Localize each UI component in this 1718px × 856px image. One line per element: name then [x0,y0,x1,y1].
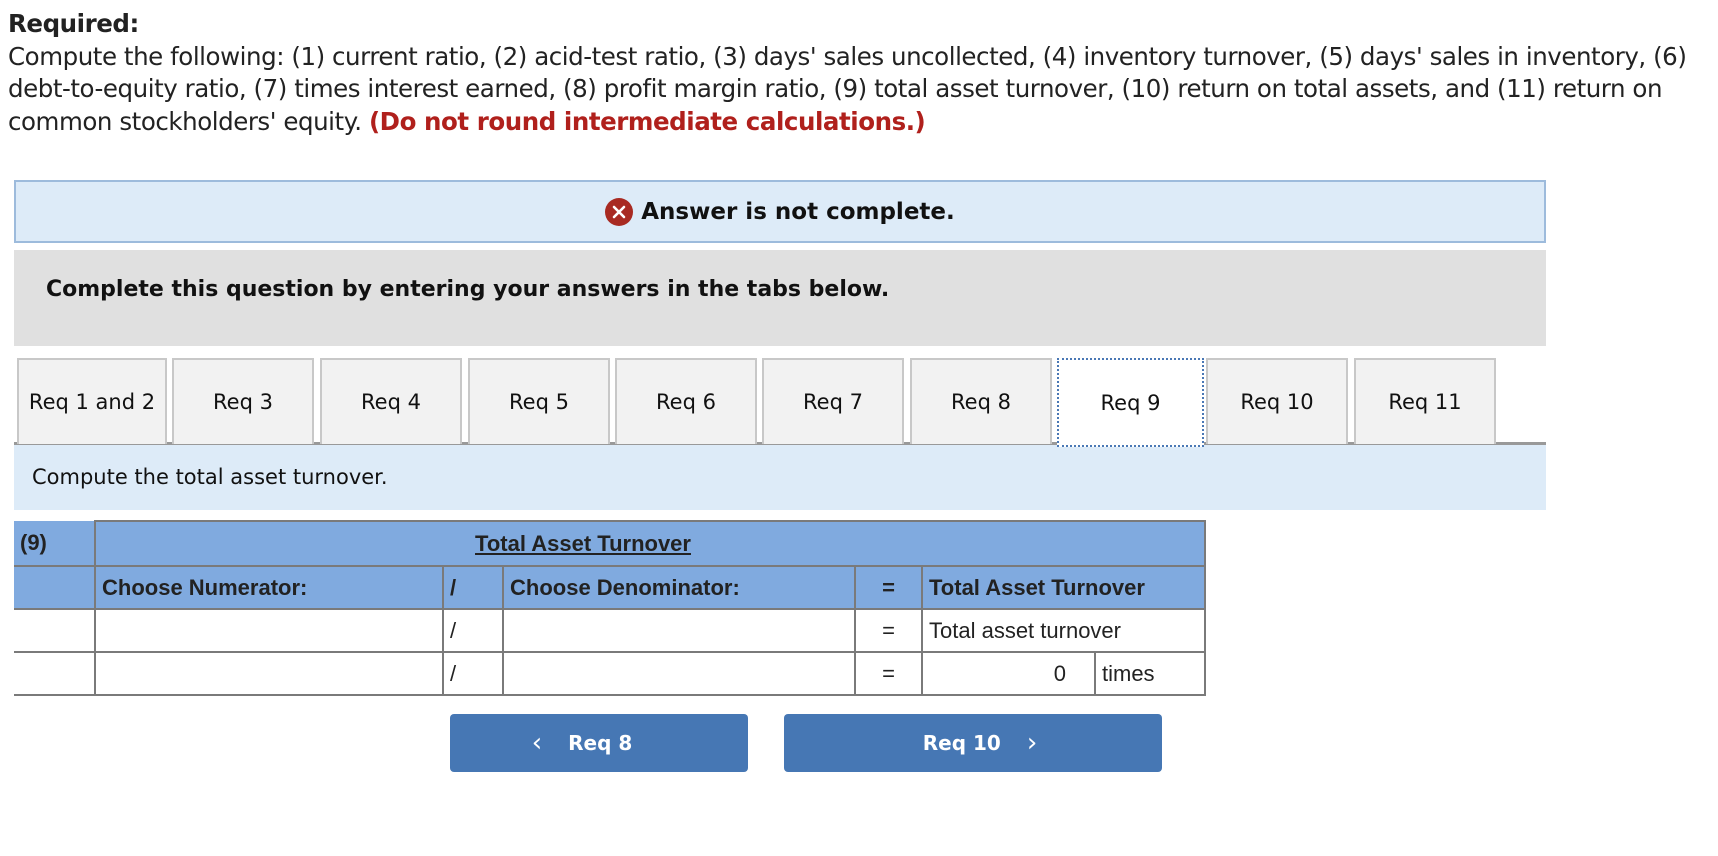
instructions-panel: Complete this question by entering your … [14,250,1546,346]
denominator-header: Choose Denominator: [502,565,856,610]
equals-sign: = [854,651,923,696]
tab-req-11[interactable]: Req 11 [1354,358,1496,444]
table-title-cell: Total Asset Turnover [94,520,1206,567]
tab-req-4[interactable]: Req 4 [320,358,462,444]
rounding-warning: (Do not round intermediate calculations.… [368,106,926,136]
prev-req-button[interactable]: ‹ Req 8 [450,714,748,772]
tab-req-3[interactable]: Req 3 [172,358,314,444]
divide-sign: / [442,608,504,653]
chevron-right-icon: › [1026,728,1038,758]
equals-header: = [854,565,923,610]
numerator-header: Choose Numerator: [94,565,444,610]
answer-status-message: Answer is not complete. [641,198,955,225]
tab-req-10[interactable]: Req 10 [1206,358,1348,444]
header-blank [14,565,96,610]
row-label-blank [14,651,96,696]
answer-status-banner: Answer is not complete. [14,180,1546,243]
result-value: 0 [921,651,1096,696]
next-req-button[interactable]: Req 10 › [784,714,1162,772]
table-title: Total Asset Turnover [475,530,691,556]
tab-req-1-and-2[interactable]: Req 1 and 2 [17,358,167,444]
tab-req-7[interactable]: Req 7 [762,358,904,444]
instructions-text: Complete this question by entering your … [46,277,890,302]
tab-req-9[interactable]: Req 9 [1057,358,1204,447]
x-circle-icon [605,197,634,226]
equals-sign: = [854,608,923,653]
next-req-label: Req 10 [922,731,1001,755]
required-section: Required: Compute the following: (1) cur… [8,8,1713,138]
required-title: Required: [8,9,139,38]
chevron-left-icon: ‹ [531,728,543,758]
result-unit: times [1094,651,1206,696]
table-row: / = 0 times [14,651,1206,696]
tab-prompt: Compute the total asset turnover. [14,445,1546,510]
table-row: / = Total asset turnover [14,608,1206,653]
denominator-select[interactable] [502,608,856,653]
row-label-blank [14,608,96,653]
prev-req-label: Req 8 [568,731,633,755]
prompt-text: Compute the total asset turnover. [32,465,388,489]
tab-req-6[interactable]: Req 6 [615,358,757,444]
divide-sign: / [442,651,504,696]
result-header: Total Asset Turnover [921,565,1206,610]
numerator-input[interactable] [94,651,444,696]
divide-header: / [442,565,504,610]
tab-req-8[interactable]: Req 8 [910,358,1052,444]
requirement-tabs: Req 1 and 2 Req 3 Req 4 Req 5 Req 6 Req … [14,358,1546,447]
tab-req-5[interactable]: Req 5 [468,358,610,444]
numerator-select[interactable] [94,608,444,653]
result-label: Total asset turnover [921,608,1206,653]
ratio-table: (9) Total Asset Turnover Choose Numerato… [14,520,1206,696]
requirement-number: (9) [14,521,96,567]
denominator-input[interactable] [502,651,856,696]
